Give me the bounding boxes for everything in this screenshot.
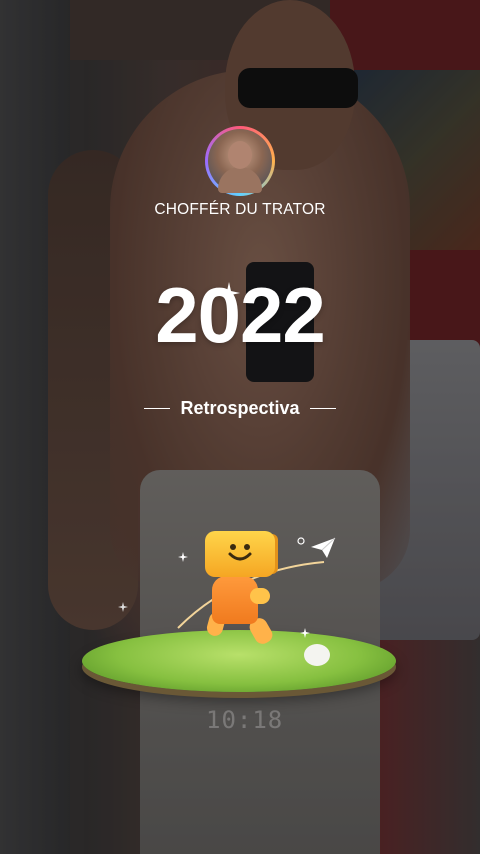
profile-avatar[interactable] bbox=[205, 126, 275, 196]
chicken-icon bbox=[304, 644, 330, 666]
divider-left bbox=[144, 407, 171, 410]
subtitle: Retrospectiva bbox=[180, 398, 300, 418]
mascot-arm bbox=[250, 588, 270, 604]
sparkle-icon bbox=[178, 552, 188, 562]
grass-island bbox=[82, 630, 396, 692]
username: CHOFFÉR DU TRATOR bbox=[154, 201, 326, 218]
subtitle-row: Retrospectiva bbox=[0, 398, 480, 419]
sparkle-icon bbox=[118, 602, 128, 612]
bubble-icon bbox=[297, 537, 305, 545]
paper-plane-icon bbox=[311, 537, 336, 558]
smile-face bbox=[228, 544, 252, 561]
divider-right bbox=[309, 407, 336, 410]
sparkle-icon bbox=[300, 628, 310, 638]
sparkle-icon bbox=[218, 282, 240, 304]
year-title: 2022 bbox=[155, 271, 326, 359]
